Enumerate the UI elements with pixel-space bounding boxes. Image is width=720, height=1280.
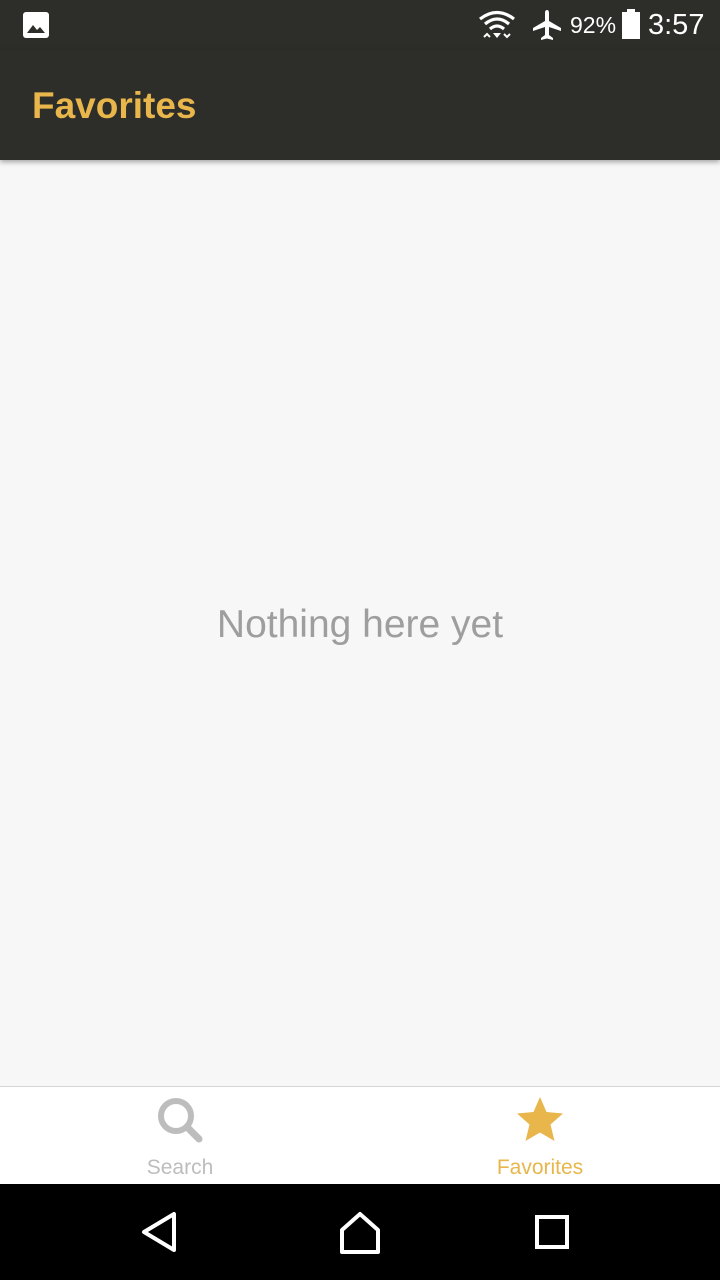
gallery-icon — [23, 12, 49, 38]
system-navigation-bar — [0, 1184, 720, 1280]
page-title: Favorites — [32, 85, 197, 126]
search-icon — [158, 1098, 203, 1143]
tab-search[interactable]: Search — [0, 1087, 360, 1184]
recents-icon[interactable] — [528, 1208, 576, 1256]
status-clock: 3:57 — [648, 9, 705, 41]
back-icon[interactable] — [136, 1208, 184, 1256]
bottom-navigation: Search Favorites — [0, 1086, 720, 1184]
tab-favorites[interactable]: Favorites — [360, 1087, 720, 1184]
empty-state-message: Nothing here yet — [216, 603, 504, 646]
home-icon[interactable] — [336, 1208, 384, 1256]
status-bar: 92% 3:57 — [0, 0, 720, 50]
favorites-screen: 92% 3:57 Favorites Nothing here yet Sear… — [0, 0, 720, 1280]
tab-search-label: Search — [146, 1156, 214, 1179]
tab-favorites-label: Favorites — [496, 1156, 584, 1179]
battery-percent: 92% — [570, 12, 617, 38]
favorites-list-area: Nothing here yet — [0, 160, 720, 1086]
wifi-icon — [479, 10, 515, 39]
app-bar: Favorites — [0, 50, 720, 160]
star-icon — [517, 1097, 563, 1141]
airplane-icon — [533, 10, 561, 40]
battery-icon — [622, 9, 640, 39]
